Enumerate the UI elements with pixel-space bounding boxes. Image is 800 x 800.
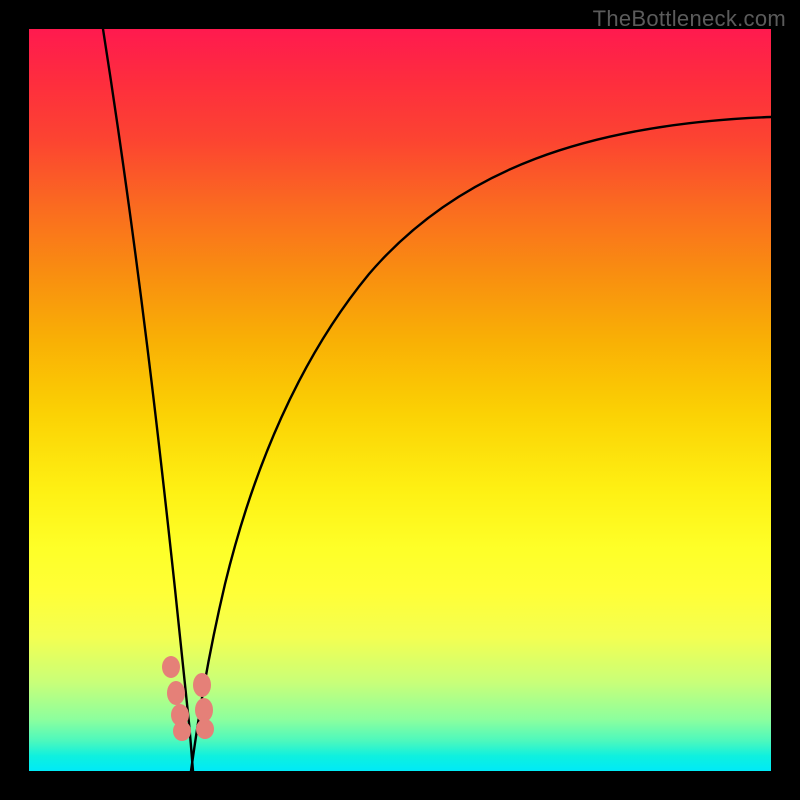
curve-layer bbox=[29, 29, 771, 771]
plot-area bbox=[29, 29, 771, 771]
curve-left-branch bbox=[103, 29, 193, 771]
watermark-text: TheBottleneck.com bbox=[593, 6, 786, 32]
marker-dot bbox=[167, 681, 185, 705]
marker-dot bbox=[195, 698, 213, 722]
marker-dot bbox=[196, 719, 214, 739]
marker-dot bbox=[162, 656, 180, 678]
curve-right-branch bbox=[191, 117, 771, 771]
marker-dot bbox=[173, 721, 191, 741]
marker-dot bbox=[193, 673, 211, 697]
chart-frame: TheBottleneck.com bbox=[0, 0, 800, 800]
